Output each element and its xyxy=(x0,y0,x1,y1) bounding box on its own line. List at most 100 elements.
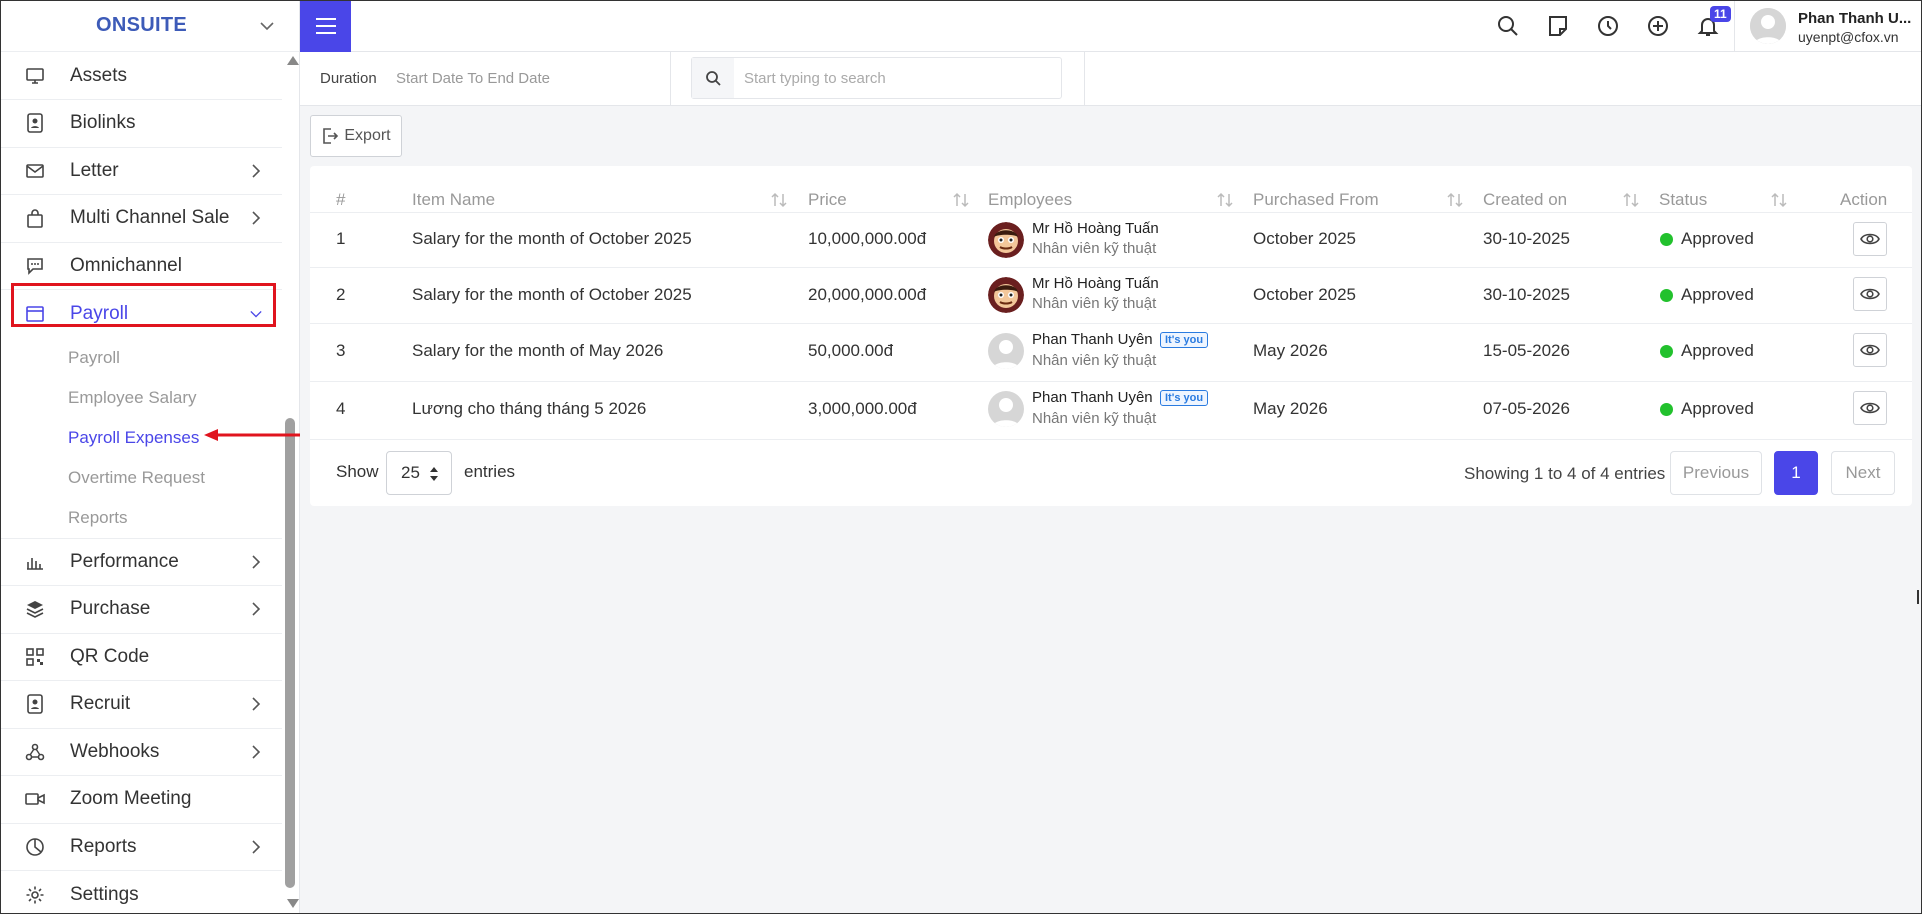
date-range-input[interactable]: Start Date To End Date xyxy=(396,70,550,87)
sidebar-nav: Assets Biolinks Letter Multi Channel Sal… xyxy=(0,52,282,914)
submenu-item-reports[interactable]: Reports xyxy=(0,498,282,538)
sidebar-item-label: Performance xyxy=(70,550,179,572)
column-header-status[interactable]: Status xyxy=(1659,190,1707,210)
cell-price: 50,000.00đ xyxy=(808,341,894,360)
sidebar-item-assets[interactable]: Assets xyxy=(0,52,282,100)
chevron-right-icon xyxy=(252,164,261,178)
sort-icon[interactable] xyxy=(1770,192,1788,208)
hamburger-menu-button[interactable] xyxy=(300,0,351,52)
user-name[interactable]: Phan Thanh U... xyxy=(1798,10,1911,27)
sidebar-item-letter[interactable]: Letter xyxy=(0,148,282,195)
sort-icon[interactable] xyxy=(770,192,788,208)
sort-icon[interactable] xyxy=(1622,192,1640,208)
chevron-down-icon[interactable] xyxy=(259,18,275,34)
previous-page-button[interactable]: Previous xyxy=(1670,451,1762,495)
next-page-button[interactable]: Next xyxy=(1831,451,1895,495)
sidebar-item-recruit[interactable]: Recruit xyxy=(0,681,282,729)
view-button[interactable] xyxy=(1853,391,1887,425)
sort-icon[interactable] xyxy=(952,192,970,208)
cell-purchased-from: May 2026 xyxy=(1253,341,1328,360)
select-arrows-icon xyxy=(430,467,438,481)
text-cursor xyxy=(1917,590,1919,604)
column-header-purchased-from[interactable]: Purchased From xyxy=(1253,190,1379,210)
avatar xyxy=(988,222,1024,258)
sidebar-item-label: Reports xyxy=(70,835,137,857)
search-input[interactable] xyxy=(734,58,1060,98)
its-you-badge: It's you xyxy=(1160,390,1209,406)
divider xyxy=(310,439,1912,440)
sidebar-item-webhooks[interactable]: Webhooks xyxy=(0,729,282,776)
sidebar-item-label: Assets xyxy=(70,64,128,86)
avatar[interactable] xyxy=(1750,8,1786,44)
plus-circle-icon[interactable] xyxy=(1646,14,1670,38)
employee-name: Phan Thanh Uyên xyxy=(1032,331,1153,348)
submenu-item-payroll[interactable]: Payroll xyxy=(0,338,282,378)
sidebar-item-purchase[interactable]: Purchase xyxy=(0,586,282,634)
employee-role: Nhân viên kỹ thuật xyxy=(1032,240,1157,257)
brand-header: ONSUITE xyxy=(0,0,299,52)
page-length-select[interactable]: 25 xyxy=(386,451,452,495)
view-button[interactable] xyxy=(1853,277,1887,311)
submenu-item-overtime-request[interactable]: Overtime Request xyxy=(0,458,282,498)
show-label: Show xyxy=(336,462,379,481)
shopping-bag-icon xyxy=(24,207,46,229)
divider xyxy=(310,212,1912,213)
sidebar-item-label: Biolinks xyxy=(70,112,136,134)
employee-name: Phan Thanh Uyên xyxy=(1032,389,1153,406)
status-badge: Approved xyxy=(1681,285,1754,304)
cell-created-on: 30-10-2025 xyxy=(1483,229,1570,248)
employee-name: Mr Hồ Hoàng Tuấn xyxy=(1032,275,1159,292)
view-button[interactable] xyxy=(1853,222,1887,256)
sidebar-item-settings[interactable]: Settings xyxy=(0,871,282,914)
column-header-created-on[interactable]: Created on xyxy=(1483,190,1567,210)
sidebar-item-label: Payroll xyxy=(70,302,129,324)
sidebar-item-biolinks[interactable]: Biolinks xyxy=(0,100,282,148)
sort-icon[interactable] xyxy=(1446,192,1464,208)
chevron-right-icon xyxy=(252,555,261,569)
column-header-employees[interactable]: Employees xyxy=(988,190,1072,210)
cell-price: 3,000,000.00đ xyxy=(808,399,917,418)
duration-label: Duration xyxy=(320,70,377,87)
sidebar-item-zoom-meeting[interactable]: Zoom Meeting xyxy=(0,776,282,824)
sidebar-item-omnichannel[interactable]: Omnichannel xyxy=(0,243,282,290)
bell-icon[interactable]: 11 xyxy=(1696,6,1731,38)
chevron-right-icon xyxy=(252,211,261,225)
scroll-down-arrow[interactable] xyxy=(287,899,299,908)
webhook-icon xyxy=(24,741,46,763)
sidebar-item-label: QR Code xyxy=(70,645,150,667)
status-badge: Approved xyxy=(1681,341,1754,360)
search-icon[interactable] xyxy=(1496,14,1520,38)
sidebar-item-qr-code[interactable]: QR Code xyxy=(0,634,282,681)
sidebar-item-payroll[interactable]: Payroll xyxy=(0,290,282,338)
export-button[interactable]: Export xyxy=(310,115,402,157)
brand-logo: ONSUITE xyxy=(96,14,187,36)
submenu-item-employee-salary[interactable]: Employee Salary xyxy=(0,378,282,418)
sidebar-item-performance[interactable]: Performance xyxy=(0,539,282,586)
eye-icon xyxy=(1860,402,1880,414)
sidebar-item-label: Omnichannel xyxy=(70,254,182,276)
gear-icon xyxy=(24,884,46,906)
sidebar-item-label: Recruit xyxy=(70,693,131,715)
expenses-table: # Item Name Price Employees Purchased Fr… xyxy=(310,166,1912,506)
cell-num: 3 xyxy=(336,341,346,360)
divider xyxy=(1734,0,1735,52)
qr-code-icon xyxy=(24,646,46,668)
scroll-up-arrow[interactable] xyxy=(287,56,299,65)
view-button[interactable] xyxy=(1853,333,1887,367)
entries-label: entries xyxy=(464,462,516,481)
sort-icon[interactable] xyxy=(1216,192,1234,208)
status-badge: Approved xyxy=(1681,229,1754,248)
cell-price: 20,000,000.00đ xyxy=(808,285,927,304)
sidebar-item-multi-channel-sale[interactable]: Multi Channel Sale xyxy=(0,195,282,243)
column-header-price[interactable]: Price xyxy=(808,190,847,210)
sticky-note-icon[interactable] xyxy=(1546,14,1570,38)
search-box xyxy=(691,57,1062,99)
scrollbar-thumb[interactable] xyxy=(285,418,295,888)
column-header-item-name[interactable]: Item Name xyxy=(412,190,495,210)
export-label: Export xyxy=(344,127,391,144)
clock-icon[interactable] xyxy=(1596,14,1620,38)
avatar xyxy=(988,391,1024,427)
sidebar-item-reports[interactable]: Reports xyxy=(0,824,282,871)
mail-icon xyxy=(24,160,46,182)
page-1-button[interactable]: 1 xyxy=(1774,451,1818,495)
